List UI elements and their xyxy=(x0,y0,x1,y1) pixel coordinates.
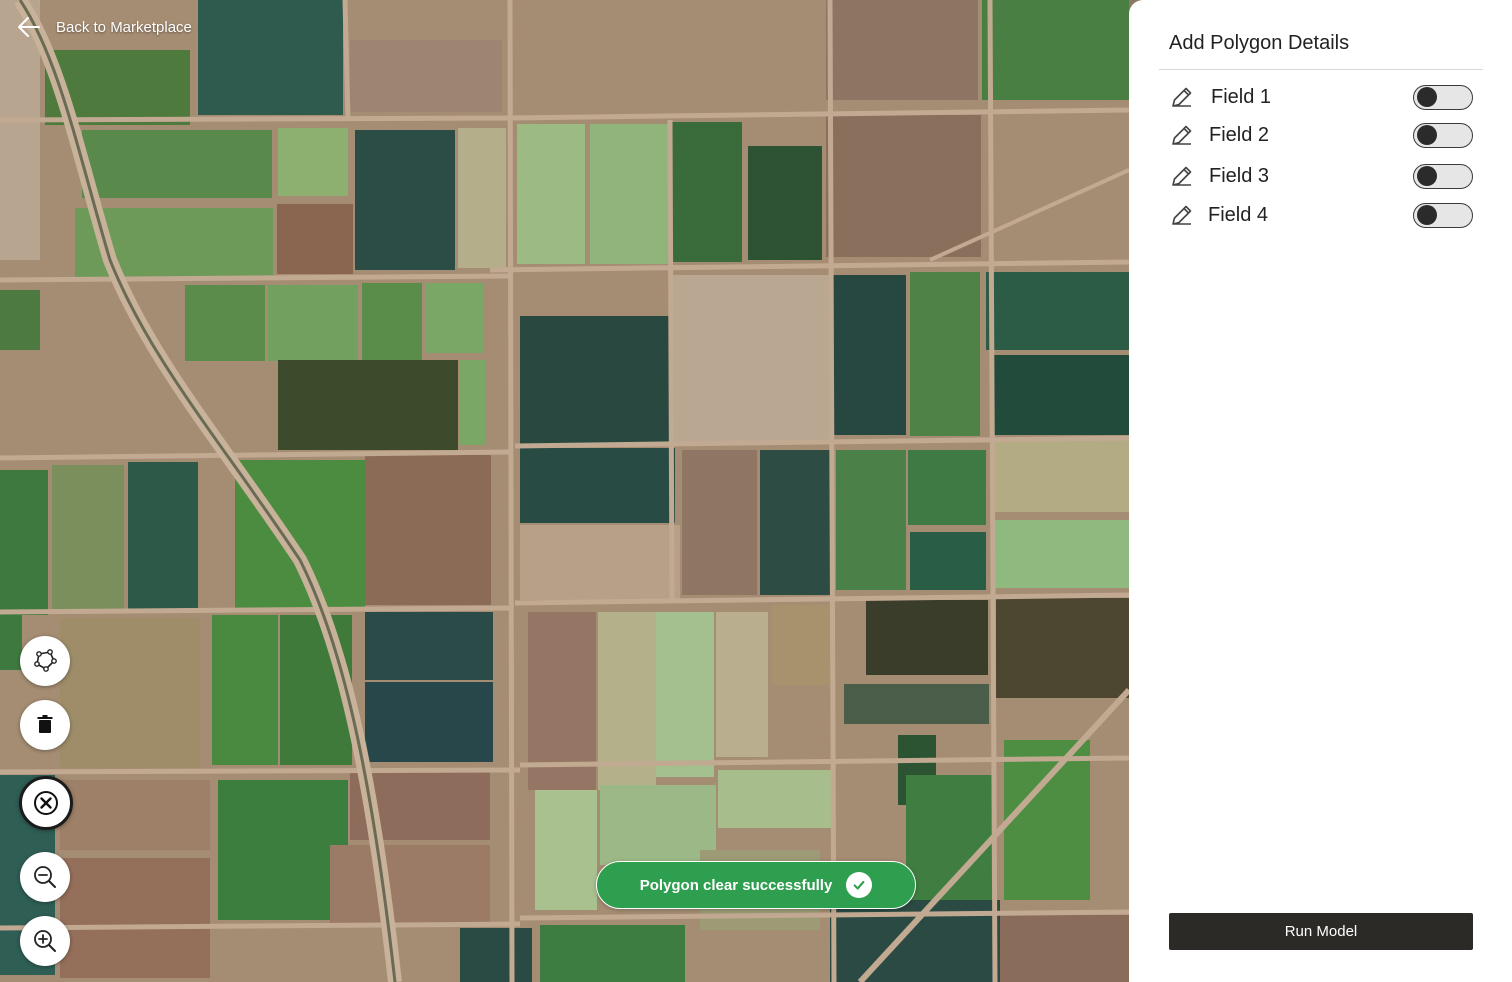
zoom-out-icon xyxy=(34,866,56,888)
pencil-icon[interactable] xyxy=(1169,163,1195,189)
clear-button[interactable] xyxy=(19,776,73,830)
toggle-knob xyxy=(1417,166,1437,186)
check-icon xyxy=(846,872,873,898)
field-toggle[interactable] xyxy=(1413,84,1473,110)
satellite-imagery xyxy=(0,0,1129,982)
success-toast: Polygon clear successfully xyxy=(596,861,916,909)
pencil-icon[interactable] xyxy=(1169,202,1195,228)
field-row: Field 3 xyxy=(1169,161,1473,191)
run-model-button[interactable]: Run Model xyxy=(1169,913,1473,950)
field-label: Field 4 xyxy=(1208,203,1269,226)
field-toggle[interactable] xyxy=(1413,122,1473,148)
pencil-icon[interactable] xyxy=(1169,84,1195,110)
polygon-icon xyxy=(34,649,57,672)
draw-polygon-button[interactable] xyxy=(20,636,70,686)
pencil-icon[interactable] xyxy=(1169,122,1195,148)
toggle-knob xyxy=(1417,87,1437,107)
delete-polygon-button[interactable] xyxy=(20,700,70,750)
field-toggle[interactable] xyxy=(1413,202,1473,228)
arrow-left-icon xyxy=(18,17,40,37)
field-toggle[interactable] xyxy=(1413,163,1473,189)
field-row: Field 1 xyxy=(1169,82,1473,112)
trash-icon xyxy=(37,715,53,733)
toggle-knob xyxy=(1417,125,1437,145)
polygon-details-panel: Add Polygon Details Field 1 Field 2 Fiel… xyxy=(1129,0,1512,982)
field-label: Field 2 xyxy=(1209,123,1270,146)
close-icon xyxy=(34,791,58,815)
toggle-knob xyxy=(1417,205,1437,225)
satellite-map[interactable]: Back to Marketplace Polygon clear succes… xyxy=(0,0,1129,982)
field-row: Field 2 xyxy=(1169,120,1473,150)
back-link-label: Back to Marketplace xyxy=(56,18,192,36)
zoom-in-button[interactable] xyxy=(20,916,70,966)
panel-title: Add Polygon Details xyxy=(1169,32,1350,54)
divider xyxy=(1159,69,1483,70)
field-label: Field 1 xyxy=(1211,85,1272,108)
back-to-marketplace-link[interactable]: Back to Marketplace xyxy=(16,14,192,40)
toast-message: Polygon clear successfully xyxy=(639,876,833,894)
field-label: Field 3 xyxy=(1209,164,1270,187)
zoom-in-icon xyxy=(34,930,56,952)
zoom-out-button[interactable] xyxy=(20,852,70,902)
field-row: Field 4 xyxy=(1169,200,1473,230)
